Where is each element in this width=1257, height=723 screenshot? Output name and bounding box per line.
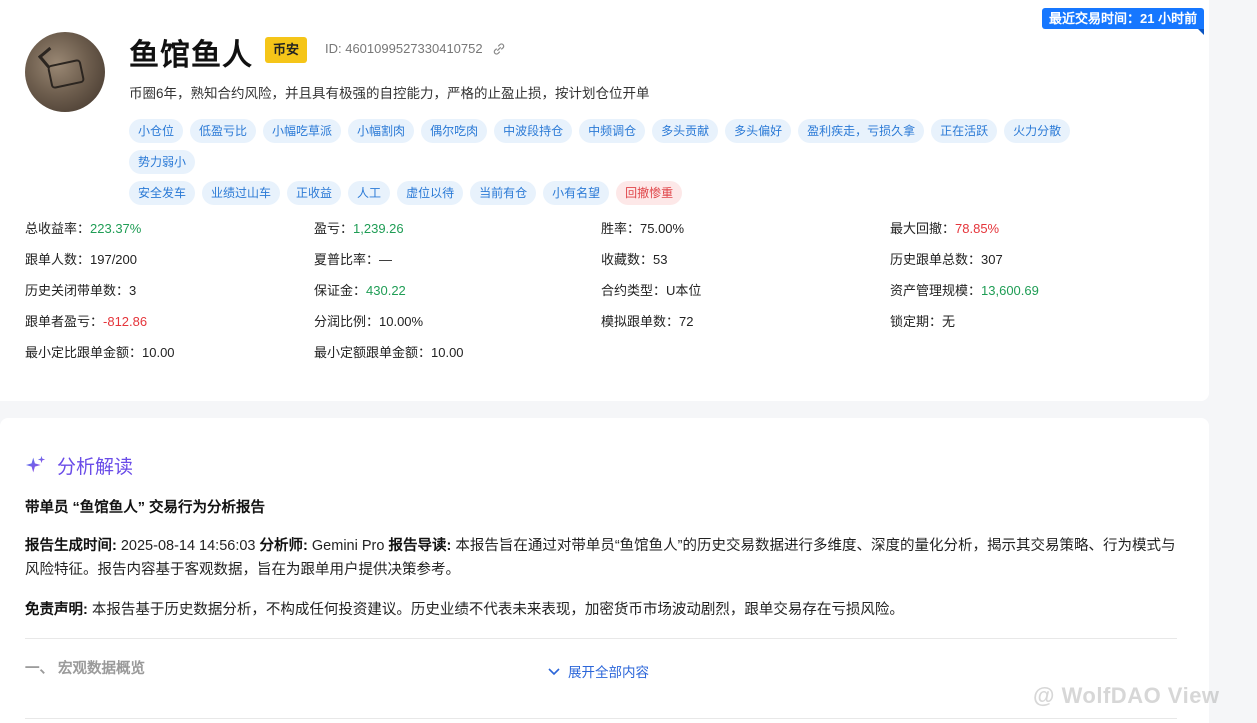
stat-min-fixed-amount: 最小定额跟单金额：10.00: [314, 345, 464, 360]
stat-follower-pnl: 跟单者盈亏：-812.86: [25, 314, 148, 329]
tag: 当前有仓: [470, 181, 537, 205]
report-title: 带单员 “鱼馆鱼人” 交易行为分析报告: [25, 500, 266, 516]
expand-all-button[interactable]: 展开全部内容: [548, 661, 649, 681]
stat-followers: 跟单人数：197/200: [25, 252, 137, 267]
exchange-badge: 币安: [265, 37, 308, 63]
trader-id: ID: 4601099527330410752: [325, 41, 483, 56]
tag-list: 小仓位 低盈亏比 小幅吃草派 小幅割肉 偶尔吃肉 中波段持仓 中频调仓 多头贡献 多头偏好 盈利疾…: [129, 119, 1139, 212]
stat-history-closed: 历史关闭带单数：3: [25, 283, 137, 298]
stat-total-return: 总收益率：223.37%: [25, 221, 142, 236]
link-icon[interactable]: [492, 42, 506, 56]
tag: 火力分散: [1004, 119, 1071, 143]
tag: 虚位以待: [397, 181, 464, 205]
tag: 正收益: [287, 181, 342, 205]
stat-favorites: 收藏数：53: [601, 252, 668, 267]
page-gutter: [1209, 0, 1257, 723]
avatar: [25, 32, 105, 112]
trader-bio: 币圈6年，熟知合约风险，并且具有极强的自控能力，严格的止盈止损，按计划仓位开单: [129, 86, 650, 101]
tag: 偶尔吃肉: [421, 119, 488, 143]
tag: 小幅吃草派: [263, 119, 342, 143]
tag: 小幅割肉: [348, 119, 415, 143]
stat-lock-period: 锁定期：无: [890, 314, 956, 329]
tag: 多头偏好: [725, 119, 792, 143]
stat-pnl: 盈亏：1,239.26: [314, 221, 404, 236]
tag: 安全发车: [129, 181, 196, 205]
stat-min-ratio-amount: 最小定比跟单金额：10.00: [25, 345, 175, 360]
trader-name: 鱼馆鱼人: [129, 39, 253, 72]
tag: 盈利疾走，亏损久拿: [798, 119, 925, 143]
stat-max-drawdown: 最大回撤：78.85%: [890, 221, 1000, 236]
recent-trade-badge: 最近交易时间：21 小时前: [1042, 8, 1205, 35]
stat-margin: 保证金：430.22: [314, 283, 406, 298]
tag: 势力弱小: [129, 150, 196, 174]
stat-sharpe: 夏普比率：—: [314, 252, 393, 267]
tag: 小有名望: [543, 181, 610, 205]
tag: 中频调仓: [579, 119, 646, 143]
tag: 业绩过山车: [202, 181, 281, 205]
disclaimer: 免责声明: 本报告基于历史数据分析，不构成任何投资建议。历史业绩不代表未来表现，…: [25, 602, 904, 618]
chevron-down-icon: [548, 668, 560, 676]
tag-warning: 回撤惨重: [616, 181, 683, 205]
section-heading: 一、 宏观数据概览: [25, 661, 146, 677]
tag: 中波段持仓: [494, 119, 573, 143]
watermark: @ WolfDAO View: [1033, 683, 1220, 708]
stat-contract-type: 合约类型：U本位: [601, 283, 702, 298]
stat-win-rate: 胜率：75.00%: [601, 221, 685, 236]
stat-history-follow-total: 历史跟单总数：307: [890, 252, 1003, 267]
stat-profit-share: 分润比例：10.00%: [314, 314, 424, 329]
tag: 多头贡献: [652, 119, 719, 143]
tag: 低盈亏比: [190, 119, 257, 143]
stat-sim-follow: 模拟跟单数：72: [601, 314, 694, 329]
divider: [25, 718, 1177, 719]
stat-aum: 资产管理规模：13,600.69: [890, 283, 1039, 298]
report-meta: 报告生成时间: 2025-08-14 14:56:03 分析师: Gemini …: [25, 538, 1176, 578]
tag: 正在活跃: [931, 119, 998, 143]
tag: 小仓位: [129, 119, 184, 143]
analysis-heading: 分析解读: [57, 457, 134, 478]
tag: 人工: [348, 181, 391, 205]
divider: [25, 638, 1177, 639]
